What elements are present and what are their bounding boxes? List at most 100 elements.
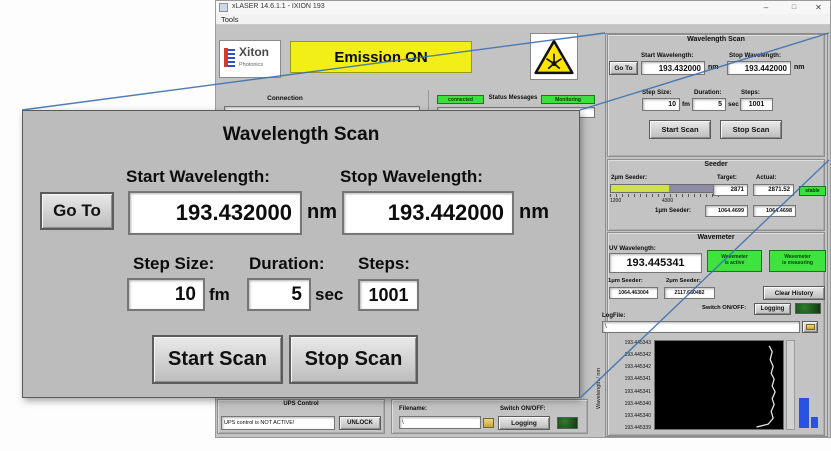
zoom-stop-unit-label: nm xyxy=(519,201,549,224)
target-field[interactable]: 2871 xyxy=(713,184,748,196)
filename-field[interactable]: \ xyxy=(399,416,481,429)
xiton-logo: Xiton Photonics xyxy=(219,40,281,78)
app-icon xyxy=(219,3,228,12)
start-unit-label: nm xyxy=(708,64,719,71)
switch-onoff-label: Switch ON/OFF: xyxy=(500,406,546,412)
start-wavelength-field[interactable]: 193.432000 xyxy=(641,61,705,75)
wavemeter-active-indicator: Wavemeter is active xyxy=(707,250,762,272)
ytick-4: 193.445341 xyxy=(604,389,651,396)
stop-unit-label: nm xyxy=(794,64,805,71)
step-unit-label: fm xyxy=(682,101,690,108)
connection-header: Connection xyxy=(230,95,340,102)
laser-warning-icon xyxy=(530,33,578,80)
wavelength-trace xyxy=(756,346,775,427)
zoom-goto-button[interactable]: Go To xyxy=(40,192,114,230)
monitoring-badge: Monitoring xyxy=(541,95,595,104)
stop-wavelength-field[interactable]: 193.442000 xyxy=(727,61,791,75)
logfile-field[interactable]: \ xyxy=(602,321,800,333)
wavelength-history-plot xyxy=(654,340,784,430)
wm-logging-led-indicator xyxy=(795,303,821,314)
seeder1-actual-field: 1064.4698 xyxy=(753,205,796,217)
emission-status-banner: Emission ON xyxy=(290,41,472,73)
slider-max-label: 4300 xyxy=(662,198,673,204)
seeder2-slider[interactable] xyxy=(610,184,722,193)
ytick-2: 193.445342 xyxy=(604,364,651,371)
ytick-6: 193.445340 xyxy=(604,413,651,420)
uv-wavelength-label: UV Wavelength: xyxy=(609,245,656,252)
browse-folder-icon[interactable] xyxy=(483,418,494,428)
logo-text-bottom: Photonics xyxy=(239,62,263,68)
logo-text-top: Xiton xyxy=(239,45,269,59)
wm-switch-onoff-label: Switch ON/OFF: xyxy=(702,305,746,311)
steps-label: Steps: xyxy=(741,89,760,96)
zoom-start-unit-label: nm xyxy=(307,201,337,224)
actual-field: 2871.52 xyxy=(753,184,794,196)
wm-seeder2-field: 2117.680482 xyxy=(664,287,715,299)
logging-led-indicator xyxy=(557,417,578,429)
logging-button[interactable]: Logging xyxy=(498,416,550,430)
zoom-duration-label: Duration: xyxy=(249,254,325,274)
ups-header: UPS Control xyxy=(217,401,385,407)
step-size-field[interactable]: 10 xyxy=(642,98,680,111)
seeder1-target-field[interactable]: 1064.4699 xyxy=(705,205,748,217)
seeder1-label: 1μm Seeder: xyxy=(655,208,691,214)
menubar xyxy=(216,14,830,25)
wm-logging-button[interactable]: Logging xyxy=(754,303,791,315)
maximize-button[interactable]: □ xyxy=(781,1,807,13)
zoom-panel-title: Wavelength Scan xyxy=(22,124,580,146)
zoom-start-scan-button[interactable]: Start Scan xyxy=(152,335,283,384)
duration-unit-label: sec xyxy=(728,101,739,108)
start-wavelength-label: Start Wavelength: xyxy=(641,52,693,59)
stable-badge: stable xyxy=(799,186,826,196)
clear-history-button[interactable]: Clear History xyxy=(763,286,825,300)
start-scan-button[interactable]: Start Scan xyxy=(649,120,711,139)
menu-tools[interactable]: Tools xyxy=(221,15,239,24)
wavemeter-measuring-indicator: Wavemeter is measuring xyxy=(769,250,826,272)
screenshot-canvas: xLASER 14.6.1.1 - IXION 193 – □ ✕ Tools … xyxy=(0,0,831,451)
stop-wavelength-label: Stop Wavelength: xyxy=(729,52,781,59)
xiton-logo-mark-icon xyxy=(224,48,235,67)
seeder2-slider-label: 2μm Seeder: xyxy=(611,175,647,181)
zoom-stop-wavelength-label: Stop Wavelength: xyxy=(340,167,483,187)
status-messages-header: Status Messages xyxy=(486,95,540,101)
logfile-label: LogFile: xyxy=(602,313,625,319)
actual-label: Actual: xyxy=(756,175,776,181)
filename-label: Filename: xyxy=(399,406,427,412)
window-title: xLASER 14.6.1.1 - IXION 193 xyxy=(232,3,325,10)
duration-label: Duration: xyxy=(694,89,722,96)
wavemeter-header: Wavemeter xyxy=(607,234,825,241)
ups-status-field: UPS control is NOT ACTIVE! xyxy=(221,416,335,430)
duration-field[interactable]: 5 xyxy=(692,98,726,111)
zoom-stop-wavelength-field[interactable]: 193.442000 xyxy=(342,191,514,235)
zoom-start-wavelength-field[interactable]: 193.432000 xyxy=(128,191,302,235)
ytick-0: 193.445343 xyxy=(604,340,651,347)
step-size-label: Step Size: xyxy=(642,89,672,96)
zoom-duration-unit-label: sec xyxy=(315,285,343,305)
zoom-duration-field[interactable]: 5 xyxy=(247,278,311,311)
wavelength-scan-header: Wavelength Scan xyxy=(607,36,825,43)
unlock-button[interactable]: UNLOCK xyxy=(339,416,381,430)
slider-min-label: 1200 xyxy=(610,198,621,204)
zoom-step-size-field[interactable]: 10 xyxy=(127,278,205,311)
goto-button[interactable]: Go To xyxy=(609,61,638,75)
logfile-browse-button[interactable] xyxy=(802,321,818,333)
stop-scan-button[interactable]: Stop Scan xyxy=(720,120,782,139)
ytick-7: 193.445339 xyxy=(604,425,651,432)
signal-level-bar-tall xyxy=(799,398,809,428)
minimize-button[interactable]: – xyxy=(753,1,779,13)
zoom-step-size-label: Step Size: xyxy=(133,254,214,274)
uv-wavelength-display: 193.445341 xyxy=(609,253,702,273)
ytick-3: 193.445341 xyxy=(604,376,651,383)
wm-seeder1-field: 1064.463004 xyxy=(609,287,658,299)
wm-seeder2-label: 2μm Seeder: xyxy=(666,278,701,284)
close-button[interactable]: ✕ xyxy=(807,1,830,13)
ytick-5: 193.445340 xyxy=(604,401,651,408)
zoom-steps-display: 1001 xyxy=(358,279,419,311)
zoom-steps-label: Steps: xyxy=(358,254,410,274)
zoom-stop-scan-button[interactable]: Stop Scan xyxy=(289,335,418,384)
target-label: Target: xyxy=(717,175,737,181)
steps-display: 1001 xyxy=(740,98,773,111)
chart-scrollbar[interactable] xyxy=(786,340,795,430)
signal-level-bar-short xyxy=(811,417,818,428)
connected-badge: connected xyxy=(437,95,484,104)
